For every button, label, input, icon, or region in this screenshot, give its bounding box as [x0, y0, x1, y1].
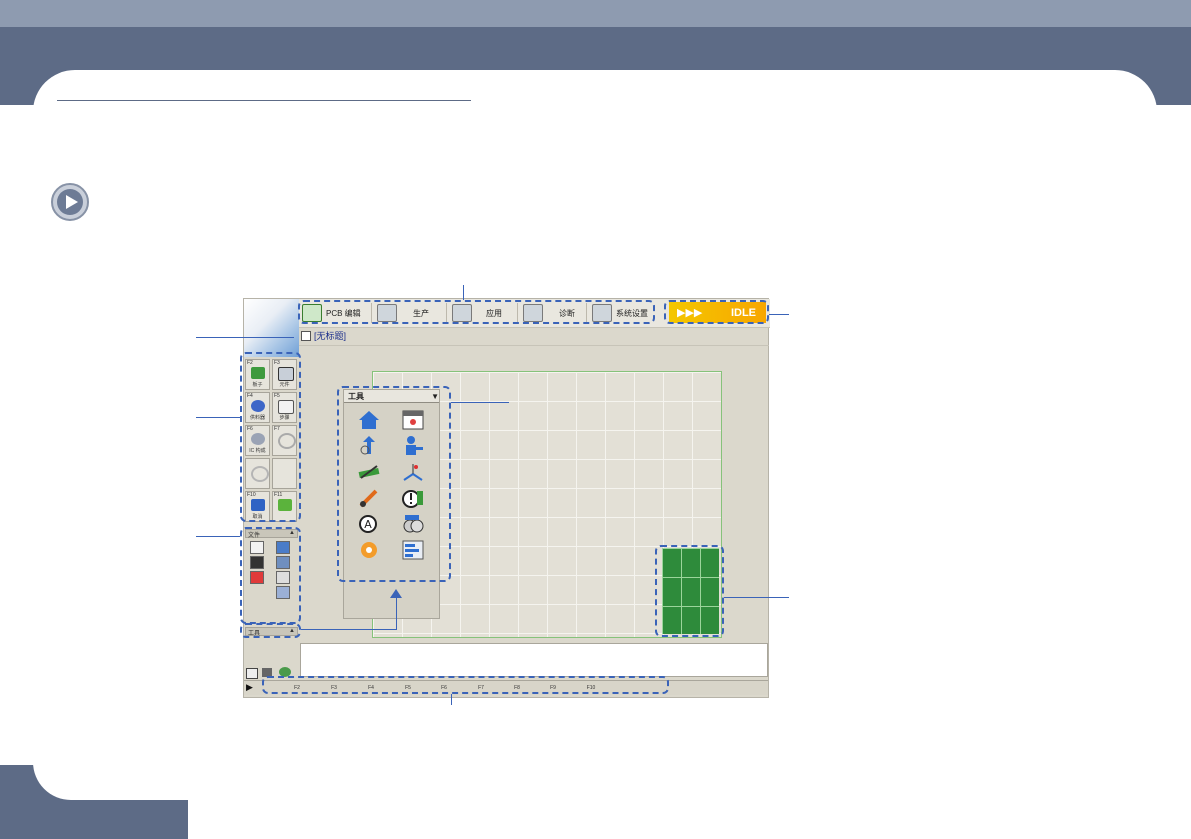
callout-line — [196, 337, 294, 338]
document-title-bar: [无标题] — [299, 327, 769, 346]
play-circle-icon — [51, 183, 89, 221]
document-icon — [301, 330, 311, 341]
callout-file-panel — [240, 527, 301, 624]
callout-line — [451, 402, 509, 403]
callout-line — [396, 597, 397, 630]
callout-line — [196, 536, 240, 537]
callout-main-menu — [298, 300, 655, 324]
callout-tool-collapsed — [240, 623, 301, 638]
arrow-up-icon — [390, 589, 402, 598]
callout-function-keys — [240, 352, 301, 522]
document-title: [无标题] — [301, 329, 346, 342]
callout-line — [463, 285, 464, 300]
callout-line — [301, 629, 396, 630]
callout-function-bar — [262, 676, 669, 694]
app-logo — [244, 299, 299, 357]
callout-status — [664, 300, 769, 324]
title-underline — [57, 100, 471, 101]
page-card-corner — [33, 760, 213, 800]
callout-line — [196, 417, 240, 418]
callout-board-preview — [655, 545, 724, 637]
callout-line — [724, 597, 789, 598]
message-output-box — [300, 643, 768, 677]
callout-line — [769, 314, 789, 315]
callout-tool-palette — [337, 386, 451, 582]
keyboard-icon[interactable] — [246, 668, 258, 679]
app-window: PCB 编辑 生产 应用 诊断 系统设置 ▶▶▶ IDLE [无标题] F2 板… — [243, 298, 770, 698]
callout-line — [451, 694, 452, 705]
document-title-text: [无标题] — [314, 331, 347, 341]
page-top-strip — [0, 0, 1191, 27]
play-icon[interactable]: ▶ — [246, 682, 253, 693]
